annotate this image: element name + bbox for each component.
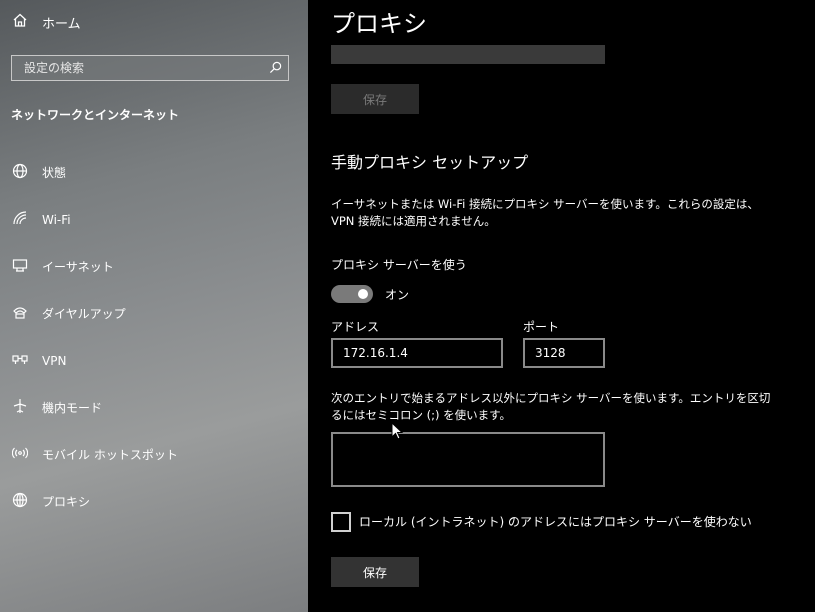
toggle-knob	[358, 289, 368, 299]
sidebar-item-ethernet[interactable]: イーサネット	[12, 257, 114, 276]
sidebar-item-hotspot[interactable]: モバイル ホットスポット	[11, 445, 178, 464]
settings-window: ホーム ネットワークとインターネット 状態 Wi-Fi イーサネット	[0, 0, 815, 612]
save-button-top[interactable]: 保存	[331, 84, 419, 114]
exceptions-field[interactable]	[331, 432, 605, 487]
main-content: プロキシ 保存 手動プロキシ セットアップ イーサネットまたは Wi-Fi 接続…	[308, 0, 815, 612]
exceptions-description: 次のエントリで始まるアドレス以外にプロキシ サーバーを使います。エントリを区切る…	[331, 391, 771, 422]
mouse-cursor-icon	[391, 422, 404, 440]
sidebar-item-label: 状態	[42, 166, 67, 180]
use-proxy-label: プロキシ サーバーを使う	[331, 258, 467, 272]
ethernet-icon	[12, 257, 28, 276]
status-bar-placeholder	[331, 45, 605, 64]
sidebar-item-label: 機内モード	[42, 401, 103, 415]
manual-proxy-description: イーサネットまたは Wi-Fi 接続にプロキシ サーバーを使います。これらの設定…	[331, 197, 759, 228]
airplane-icon	[12, 398, 28, 417]
bypass-local-label: ローカル (イントラネット) のアドレスにはプロキシ サーバーを使わない	[359, 515, 752, 529]
save-button-bottom[interactable]: 保存	[331, 557, 419, 587]
sidebar-item-proxy[interactable]: プロキシ	[12, 492, 90, 511]
sidebar-item-status[interactable]: 状態	[12, 163, 66, 182]
use-proxy-toggle[interactable]	[331, 285, 373, 303]
address-field[interactable]	[331, 338, 503, 368]
home-link[interactable]: ホーム	[12, 12, 81, 32]
search-icon[interactable]	[269, 59, 282, 78]
home-icon	[12, 12, 28, 32]
sidebar-item-label: Wi-Fi	[42, 212, 71, 227]
address-label: アドレス	[331, 320, 380, 334]
sidebar-item-dialup[interactable]: ダイヤルアップ	[12, 304, 126, 323]
search-box[interactable]	[11, 55, 289, 81]
sidebar-item-wifi[interactable]: Wi-Fi	[12, 210, 71, 229]
page-title: プロキシ	[331, 10, 427, 38]
sidebar-item-label: プロキシ	[42, 495, 91, 509]
search-input[interactable]	[22, 60, 256, 76]
sidebar-item-label: ダイヤルアップ	[42, 307, 126, 321]
port-field[interactable]	[523, 338, 605, 368]
wifi-icon	[12, 210, 28, 229]
dialup-icon	[12, 304, 28, 323]
globe-icon	[12, 492, 28, 511]
sidebar-item-airplane-mode[interactable]: 機内モード	[12, 398, 102, 417]
section-title: ネットワークとインターネット	[11, 108, 180, 122]
sidebar: ホーム ネットワークとインターネット 状態 Wi-Fi イーサネット	[0, 0, 308, 612]
sidebar-item-vpn[interactable]: VPN	[12, 351, 66, 370]
sidebar-item-label: モバイル ホットスポット	[42, 448, 178, 462]
port-label: ポート	[523, 320, 560, 334]
sidebar-item-label: VPN	[42, 353, 67, 368]
globe-status-icon	[12, 163, 28, 182]
home-label: ホーム	[42, 16, 81, 32]
toggle-state-label: オン	[385, 288, 410, 302]
sidebar-item-label: イーサネット	[42, 260, 114, 274]
vpn-icon	[12, 351, 28, 370]
hotspot-icon	[11, 445, 29, 464]
bypass-local-checkbox[interactable]	[331, 512, 351, 532]
manual-proxy-heading: 手動プロキシ セットアップ	[331, 153, 529, 172]
